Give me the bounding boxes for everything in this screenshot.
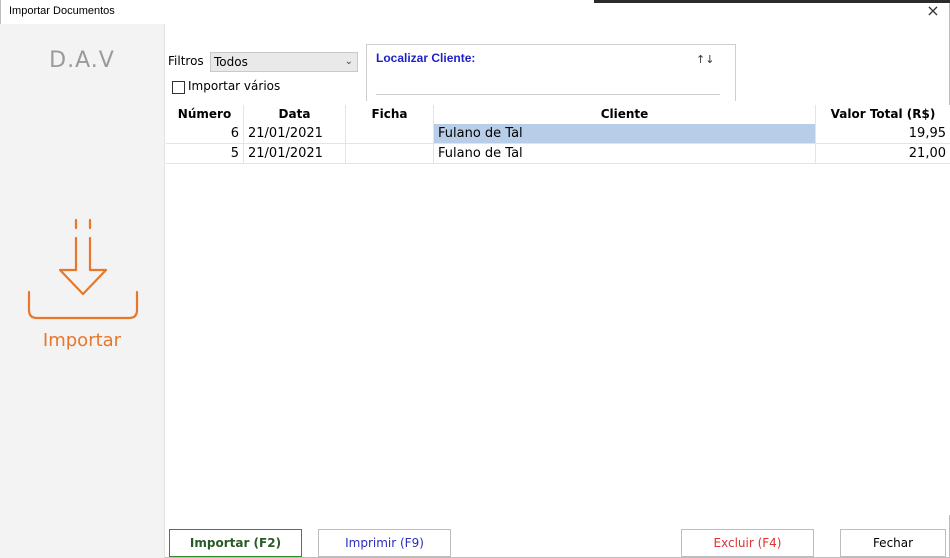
cell-ficha[interactable] [346, 124, 434, 144]
window-title: Importar Documentos [9, 5, 115, 17]
column-header-cliente[interactable]: Cliente [434, 105, 816, 124]
cell-cliente[interactable]: Fulano de Tal [434, 144, 816, 164]
cell-valor[interactable]: 19,95 [816, 124, 950, 144]
documents-table: Número Data Ficha Cliente Valor Total (R… [166, 105, 950, 515]
column-header-valor[interactable]: Valor Total (R$) [816, 105, 950, 124]
import-arrow-icon[interactable] [24, 214, 142, 324]
chevron-down-icon: ⌄ [344, 56, 353, 67]
close-icon[interactable]: × [923, 2, 943, 22]
print-button[interactable]: Imprimir (F9) [318, 529, 451, 557]
import-multiple-label: Importar vários [188, 79, 281, 93]
cell-data[interactable]: 21/01/2021 [244, 144, 346, 164]
search-input[interactable] [376, 69, 720, 91]
background-window-edge [594, 0, 950, 3]
search-label: Localizar Cliente: [376, 51, 476, 65]
column-header-ficha[interactable]: Ficha [346, 105, 434, 124]
sidebar: D.A.V Importar [0, 24, 165, 558]
import-button[interactable]: Importar (F2) [169, 529, 302, 557]
cell-cliente[interactable]: Fulano de Tal [434, 124, 816, 144]
cell-valor[interactable]: 21,00 [816, 144, 950, 164]
title-bar: Importar Documentos × [1, 0, 949, 24]
sort-arrows-icon[interactable]: ↑↓ [696, 53, 714, 66]
delete-button[interactable]: Excluir (F4) [681, 529, 814, 557]
dav-logo: D.A.V [49, 48, 115, 73]
import-label[interactable]: Importar [0, 330, 164, 351]
close-button[interactable]: Fechar [840, 529, 946, 557]
column-header-numero[interactable]: Número [166, 105, 244, 124]
cell-numero[interactable]: 5 [166, 144, 244, 164]
cell-ficha[interactable] [346, 144, 434, 164]
cell-numero[interactable]: 6 [166, 124, 244, 144]
import-multiple-checkbox[interactable] [172, 81, 185, 94]
filters-label: Filtros [168, 54, 204, 68]
filter-select[interactable]: Todos ⌄ [210, 52, 358, 72]
search-panel: Localizar Cliente: ↑↓ [366, 44, 736, 101]
filter-selected-value: Todos [214, 55, 248, 69]
column-header-data[interactable]: Data [244, 105, 346, 124]
search-input-underline [376, 94, 720, 95]
cell-data[interactable]: 21/01/2021 [244, 124, 346, 144]
